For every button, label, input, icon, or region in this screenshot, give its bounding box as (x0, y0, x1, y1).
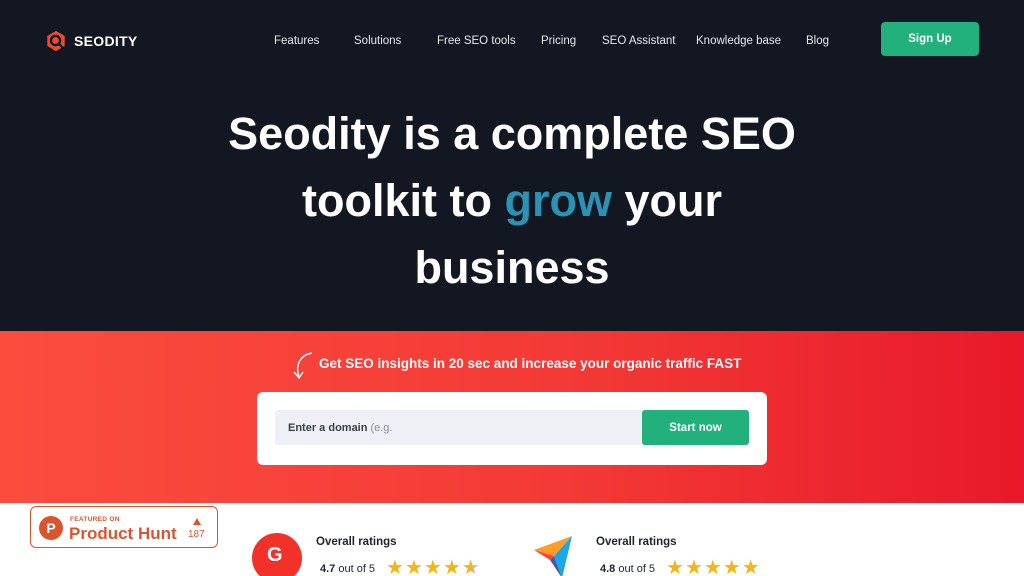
brand-name: SEODITY (74, 33, 138, 49)
sign-up-button[interactable]: Sign Up (881, 22, 979, 56)
star-icon: ★ (423, 557, 443, 576)
hero-section: Seodity is a complete SEO toolkit to gro… (0, 80, 1024, 331)
cta-tagline: Get SEO insights in 20 sec and increase … (319, 356, 742, 371)
rating-score-suffix: out of 5 (618, 563, 656, 575)
domain-form: Enter a domain (e.g. Start now (257, 392, 767, 465)
upvote-triangle-icon (193, 518, 201, 525)
star-half-icon: ★ (462, 557, 481, 576)
top-navbar: SEODITY Features Solutions Free SEO tool… (0, 0, 1024, 80)
star-icon: ★ (741, 557, 761, 576)
rating-title: Overall ratings (596, 536, 677, 548)
seodity-logo-icon (47, 30, 65, 52)
start-now-button[interactable]: Start now (642, 410, 749, 445)
hero-title-line2-post: your (611, 175, 722, 226)
domain-input[interactable]: Enter a domain (e.g. (275, 410, 645, 445)
nav-item-free-seo-tools[interactable]: Free SEO tools (437, 35, 516, 47)
rating-title: Overall ratings (316, 536, 397, 548)
rating-stars: ★★★★★ (386, 558, 481, 576)
star-icon: ★ (666, 557, 685, 576)
hero-title-line1: Seodity is a complete SEO (228, 108, 796, 159)
nav-item-seo-assistant[interactable]: SEO Assistant (602, 35, 676, 47)
star-icon: ★ (404, 557, 424, 576)
curved-arrow-icon (293, 352, 313, 380)
star-icon: ★ (386, 557, 405, 576)
hero-title: Seodity is a complete SEO toolkit to gro… (0, 100, 1024, 301)
product-hunt-logo-icon: P (39, 516, 63, 540)
cta-band: Get SEO insights in 20 sec and increase … (0, 331, 1024, 503)
star-icon: ★ (684, 557, 704, 576)
product-hunt-badge[interactable]: P FEATURED ON Product Hunt 187 (30, 506, 218, 548)
ph-featured-label: FEATURED ON (70, 516, 120, 523)
g2-logo-icon: G (252, 533, 302, 576)
nav-item-knowledge-base[interactable]: Knowledge base (696, 35, 781, 47)
hero-title-line2-pre: toolkit to (302, 175, 505, 226)
star-icon: ★ (442, 557, 462, 576)
star-icon: ★ (703, 557, 723, 576)
nav-item-blog[interactable]: Blog (806, 35, 829, 47)
hero-title-line3: business (414, 242, 610, 293)
rating-score-suffix: out of 5 (338, 563, 376, 575)
ph-name: Product Hunt (69, 524, 177, 543)
rating-score: 4.8 out of 5 (600, 563, 655, 575)
rating-score-value: 4.7 (320, 563, 336, 575)
page: SEODITY Features Solutions Free SEO tool… (0, 0, 1024, 576)
nav-item-features[interactable]: Features (274, 35, 319, 47)
nav-item-solutions[interactable]: Solutions (354, 35, 401, 47)
domain-input-label: Enter a domain (288, 421, 368, 434)
capterra-logo-icon (534, 536, 572, 576)
rating-capterra: Overall ratings 4.8 out of 5 ★★★★★ (596, 536, 760, 576)
hero-title-accent: grow (504, 175, 612, 226)
ph-vote-count: 187 (188, 529, 205, 540)
star-icon: ★ (722, 557, 742, 576)
nav-item-pricing[interactable]: Pricing (541, 35, 576, 47)
rating-score: 4.7 out of 5 (320, 563, 375, 575)
domain-input-hint: (e.g. (370, 421, 393, 434)
rating-score-value: 4.8 (600, 563, 616, 575)
brand-logo[interactable]: SEODITY (45, 30, 138, 52)
ratings-section: P FEATURED ON Product Hunt 187 G Overall… (0, 503, 1024, 576)
rating-g2: Overall ratings 4.7 out of 5 ★★★★★ (316, 536, 480, 576)
rating-stars: ★★★★★ (666, 558, 761, 576)
